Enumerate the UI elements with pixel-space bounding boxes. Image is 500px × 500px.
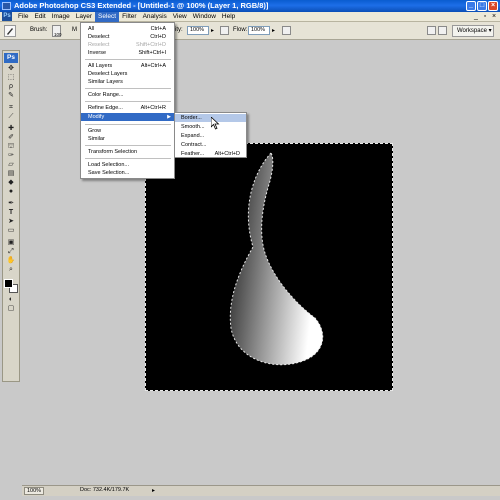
ps-menu-logo[interactable]: Ps: [2, 12, 12, 21]
title-bar: Adobe Photoshop CS3 Extended - [Untitled…: [0, 0, 500, 12]
menu-item-refine-edge[interactable]: Refine Edge... Alt+Ctrl+R: [81, 104, 174, 112]
window-title: Adobe Photoshop CS3 Extended - [Untitled…: [14, 1, 269, 10]
toolbox: Ps ✥ ⬚ ρ ✎ ⌗ ⟋ ✚ ✐ ⛫ ✑ ▱ ▤ ◆ ● ✒ T ➤ ▭ ▣…: [2, 50, 20, 382]
menu-view[interactable]: View: [170, 12, 190, 22]
canvas-selection-marquee: [145, 143, 393, 391]
marquee-tool-icon[interactable]: ⬚: [5, 73, 18, 82]
move-tool-icon[interactable]: ✥: [5, 64, 18, 73]
brush-picker[interactable]: 100: [52, 25, 62, 37]
menu-filter[interactable]: Filter: [119, 12, 139, 22]
menu-select[interactable]: Select: [95, 11, 120, 22]
crop-tool-icon[interactable]: ⌗: [5, 103, 18, 112]
hand-tool-icon[interactable]: ✋: [5, 256, 18, 265]
mode-label: M: [72, 27, 77, 33]
palette-well-icon[interactable]: [438, 26, 447, 35]
lasso-tool-icon[interactable]: ρ: [5, 82, 18, 91]
shape-tool-icon[interactable]: ▭: [5, 226, 18, 235]
menu-item-similar[interactable]: Similar: [81, 135, 174, 143]
pen-tool-icon[interactable]: ✒: [5, 199, 18, 208]
menu-bar: Ps File Edit Image Layer Select Filter A…: [0, 11, 500, 22]
menu-item-deselect[interactable]: Deselect Ctrl+D: [81, 33, 174, 41]
menu-separator: [85, 101, 171, 102]
menu-window[interactable]: Window: [190, 12, 219, 22]
menu-analysis[interactable]: Analysis: [140, 12, 170, 22]
tool-options-icon[interactable]: [427, 26, 436, 35]
submenu-item-feather[interactable]: Feather... Alt+Ctrl+D: [175, 150, 246, 158]
doc-minimize-icon[interactable]: _: [472, 13, 480, 21]
menu-item-reselect: Reselect Shift+Ctrl+D: [88, 42, 166, 48]
submenu-arrow-icon: ▶: [167, 114, 171, 120]
menu-item-color-range[interactable]: Color Range...: [81, 91, 174, 99]
menu-item-save-selection[interactable]: Save Selection...: [81, 169, 174, 177]
dodge-tool-icon[interactable]: ●: [5, 187, 18, 196]
menu-layer[interactable]: Layer: [73, 12, 95, 22]
brush-tool-preset-icon[interactable]: [4, 25, 16, 37]
brush-tool-icon[interactable]: ✐: [5, 133, 18, 142]
menu-item-transform-selection[interactable]: Transform Selection: [81, 148, 174, 156]
opacity-arrow[interactable]: ▸: [211, 27, 214, 34]
workspace-dropdown[interactable]: Workspace ▾: [452, 25, 494, 37]
options-bar: Brush: 100 M ity: 100% ▸ Flow: 100% ▸ Wo…: [0, 22, 500, 40]
airbrush-toggle-icon[interactable]: [282, 26, 291, 35]
submenu-item-contract[interactable]: Contract...: [175, 141, 246, 149]
maximize-button[interactable]: □: [477, 1, 487, 11]
path-selection-tool-icon[interactable]: ➤: [5, 217, 18, 226]
doc-close-icon[interactable]: ×: [490, 13, 498, 21]
menu-item-similar-layers[interactable]: Similar Layers: [81, 78, 174, 86]
status-menu-arrow-icon[interactable]: ▸: [152, 487, 155, 494]
quick-mask-icon[interactable]: ◐: [5, 295, 18, 304]
flow-label: Flow:: [233, 27, 248, 33]
menu-separator: [85, 158, 171, 159]
type-tool-icon[interactable]: T: [5, 208, 18, 217]
gradient-tool-icon[interactable]: ▤: [5, 169, 18, 178]
foreground-color-swatch[interactable]: [4, 279, 13, 288]
slice-tool-icon[interactable]: ⟋: [5, 112, 18, 121]
quick-selection-tool-icon[interactable]: ✎: [5, 91, 18, 100]
menu-item-deselect-layers[interactable]: Deselect Layers: [81, 70, 174, 78]
menu-image[interactable]: Image: [49, 12, 73, 22]
doc-restore-icon[interactable]: ▫: [481, 13, 489, 21]
opacity-field[interactable]: 100%: [187, 26, 209, 35]
menu-item-modify[interactable]: Modify ▶: [81, 113, 174, 121]
menu-edit[interactable]: Edit: [31, 12, 48, 22]
mouse-cursor-icon: [210, 116, 220, 132]
flow-arrow[interactable]: ▸: [272, 27, 275, 34]
healing-tool-icon[interactable]: ✚: [5, 124, 18, 133]
zoom-level-field[interactable]: 100%: [24, 487, 44, 495]
color-swatches[interactable]: [4, 279, 18, 293]
eyedropper-tool-icon[interactable]: ⤢: [5, 247, 18, 256]
menu-item-inverse[interactable]: Inverse Shift+Ctrl+I: [81, 49, 174, 57]
photoshop-app-icon[interactable]: [2, 2, 11, 10]
menu-item-all-layers[interactable]: All Layers Alt+Ctrl+A: [81, 62, 174, 70]
opacity-label: ity:: [175, 27, 183, 33]
status-bar: 100% Doc: 732.4K/179.7K ▸: [22, 485, 500, 496]
menu-file[interactable]: File: [15, 12, 31, 22]
submenu-item-expand[interactable]: Expand...: [175, 132, 246, 140]
history-brush-tool-icon[interactable]: ✑: [5, 151, 18, 160]
flow-field[interactable]: 100%: [248, 26, 270, 35]
minimize-button[interactable]: _: [466, 1, 476, 11]
menu-separator: [85, 124, 171, 125]
eraser-tool-icon[interactable]: ▱: [5, 160, 18, 169]
select-menu-dropdown: All Ctrl+A Deselect Ctrl+D Reselect Shift+C…: [80, 22, 175, 179]
menu-separator: [85, 88, 171, 89]
airbrush-icon[interactable]: [220, 26, 229, 35]
menu-separator: [85, 59, 171, 60]
close-button[interactable]: ×: [488, 1, 498, 11]
menu-item-load-selection[interactable]: Load Selection...: [81, 161, 174, 169]
ps-toolbox-logo: Ps: [4, 53, 18, 63]
blur-tool-icon[interactable]: ◆: [5, 178, 18, 187]
menu-help[interactable]: Help: [219, 12, 238, 22]
menu-item-all[interactable]: All Ctrl+A: [81, 25, 174, 33]
menu-item-grow[interactable]: Grow: [81, 127, 174, 135]
brush-size: 100: [54, 32, 62, 37]
clone-stamp-tool-icon[interactable]: ⛫: [5, 142, 18, 151]
document-size-info: Doc: 732.4K/179.7K: [80, 487, 130, 493]
screen-mode-icon[interactable]: ▢: [5, 304, 18, 313]
zoom-tool-icon[interactable]: ⌕: [5, 265, 18, 274]
brush-label: Brush:: [30, 27, 48, 33]
notes-tool-icon[interactable]: ▣: [5, 238, 18, 247]
menu-separator: [85, 145, 171, 146]
